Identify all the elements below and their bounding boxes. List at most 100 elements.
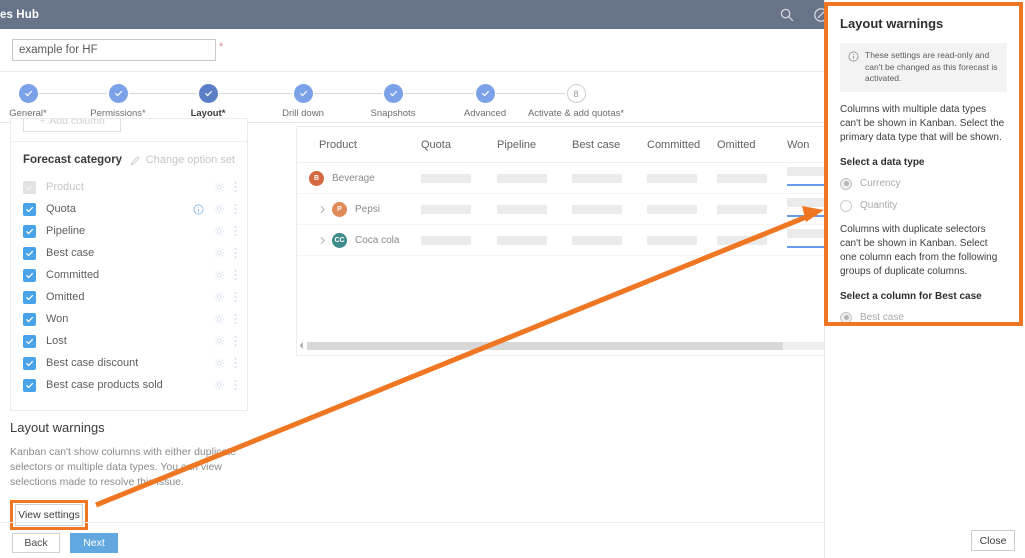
radio-selected-dot	[843, 181, 849, 186]
column-row-actions	[213, 291, 237, 303]
grid-cell-placeholder	[717, 235, 767, 245]
scroll-left-arrow-icon[interactable]	[296, 340, 307, 351]
scrollbar-track[interactable]	[307, 341, 824, 350]
change-option-set-button[interactable]: Change option set	[130, 154, 235, 166]
column-row-pipeline[interactable]: Pipeline	[11, 220, 247, 242]
grid-column-header[interactable]: Omitted	[717, 139, 756, 151]
stepper-connector	[219, 93, 292, 94]
grid-horizontal-scrollbar[interactable]	[296, 340, 824, 351]
forecast-category-title: Forecast category	[23, 154, 123, 166]
stepper-label: Advanced	[463, 108, 507, 119]
grid-row[interactable]: CC Coca cola 75	[297, 225, 824, 256]
check-icon	[198, 84, 218, 103]
column-checkbox[interactable]	[23, 180, 36, 194]
grid-cell-placeholder	[717, 173, 767, 183]
add-column-button[interactable]: + Add column	[23, 119, 121, 132]
more-options-icon[interactable]	[234, 225, 237, 237]
grid-column-header[interactable]: Won	[787, 139, 809, 151]
check-icon	[18, 84, 38, 103]
add-column-area: + Add column	[11, 119, 247, 142]
more-options-icon[interactable]	[234, 247, 237, 259]
grid-column-header[interactable]: Best case	[572, 139, 620, 151]
forecast-name-input[interactable]	[12, 39, 216, 61]
gear-icon[interactable]	[213, 379, 225, 391]
gear-icon[interactable]	[213, 313, 225, 325]
column-row-actions	[213, 225, 237, 237]
column-label: Pipeline	[46, 225, 86, 237]
column-row-best-case-products-sold[interactable]: Best case products sold	[11, 374, 247, 396]
column-row-actions	[213, 181, 237, 193]
wizard-footer-nav: Back Next	[12, 533, 118, 553]
expand-chevron-icon[interactable]	[317, 204, 332, 215]
stepper-step-activate-add-quotas[interactable]: 8 Activate & add quotas*	[516, 84, 636, 119]
radio-button[interactable]	[840, 311, 852, 322]
gear-icon[interactable]	[213, 335, 225, 347]
column-row-committed[interactable]: Committed	[11, 264, 247, 286]
close-button[interactable]: Close	[971, 530, 1015, 551]
data-type-option-currency[interactable]: Currency	[840, 177, 1007, 190]
column-row-lost[interactable]: Lost	[11, 330, 247, 352]
grid-column-header[interactable]: Committed	[647, 139, 700, 151]
grid-body: B Beverage 75 P Pepsi 75 CC Coca cola 75	[297, 163, 824, 256]
column-row-actions	[213, 357, 237, 369]
column-checkbox[interactable]	[23, 356, 36, 370]
more-options-icon[interactable]	[234, 291, 237, 303]
column-row-quota[interactable]: Quota	[11, 198, 247, 220]
product-name: Pepsi	[355, 203, 381, 215]
wizard-stepper: General* Permissions* Layout* Drill down Sna…	[0, 72, 824, 123]
column-checkbox[interactable]	[23, 246, 36, 260]
column-row-best-case-discount[interactable]: Best case discount	[11, 352, 247, 374]
gear-icon[interactable]	[213, 269, 225, 281]
won-placeholder	[787, 229, 824, 238]
column-info-icon[interactable]	[193, 204, 204, 215]
back-button[interactable]: Back	[12, 533, 60, 553]
grid-row[interactable]: P Pepsi 75	[297, 194, 824, 225]
more-options-icon[interactable]	[234, 269, 237, 281]
best-case-option-best-case[interactable]: Best case	[840, 311, 1007, 322]
grid-column-header[interactable]: Product	[319, 139, 357, 151]
gear-icon[interactable]	[213, 247, 225, 259]
column-row-product[interactable]: Product	[11, 176, 247, 198]
radio-button[interactable]	[840, 177, 852, 190]
grid-column-header[interactable]: Quota	[421, 139, 451, 151]
data-type-option-quantity[interactable]: Quantity	[840, 199, 1007, 212]
column-checkbox[interactable]	[23, 312, 36, 326]
grid-column-header[interactable]: Pipeline	[497, 139, 536, 151]
more-options-icon[interactable]	[234, 335, 237, 347]
more-options-icon[interactable]	[234, 357, 237, 369]
product-name: Beverage	[332, 172, 375, 184]
column-checkbox[interactable]	[23, 224, 36, 238]
more-options-icon[interactable]	[234, 313, 237, 325]
radio-button[interactable]	[840, 199, 852, 212]
gear-icon[interactable]	[213, 291, 225, 303]
grid-row[interactable]: B Beverage 75	[297, 163, 824, 194]
search-icon[interactable]	[779, 7, 795, 23]
column-row-won[interactable]: Won	[11, 308, 247, 330]
column-checkbox[interactable]	[23, 202, 36, 216]
more-options-icon[interactable]	[234, 181, 237, 193]
gear-icon[interactable]	[213, 181, 225, 193]
column-checkbox[interactable]	[23, 268, 36, 282]
more-options-icon[interactable]	[234, 379, 237, 391]
gear-icon[interactable]	[213, 225, 225, 237]
column-row-best-case[interactable]: Best case	[11, 242, 247, 264]
column-checkbox[interactable]	[23, 334, 36, 348]
data-type-radio-group: Currency Quantity	[840, 177, 1007, 212]
scrollbar-thumb[interactable]	[307, 341, 783, 350]
column-row-actions	[213, 379, 237, 391]
gear-icon[interactable]	[213, 203, 225, 215]
stepper-connector	[39, 93, 107, 94]
column-checkbox[interactable]	[23, 378, 36, 392]
grid-cell-placeholder	[421, 235, 471, 245]
grid-cell-won: 75	[787, 229, 824, 252]
next-button[interactable]: Next	[70, 533, 118, 553]
column-label: Quota	[46, 203, 76, 215]
flyout-highlight-border: Layout warnings These settings are read-…	[824, 2, 1023, 326]
column-row-omitted[interactable]: Omitted	[11, 286, 247, 308]
column-checkbox[interactable]	[23, 290, 36, 304]
add-column-label: Add column	[49, 119, 105, 127]
expand-chevron-icon[interactable]	[317, 235, 332, 246]
gear-icon[interactable]	[213, 357, 225, 369]
more-options-icon[interactable]	[234, 203, 237, 215]
forecast-name-row: *	[0, 29, 824, 72]
